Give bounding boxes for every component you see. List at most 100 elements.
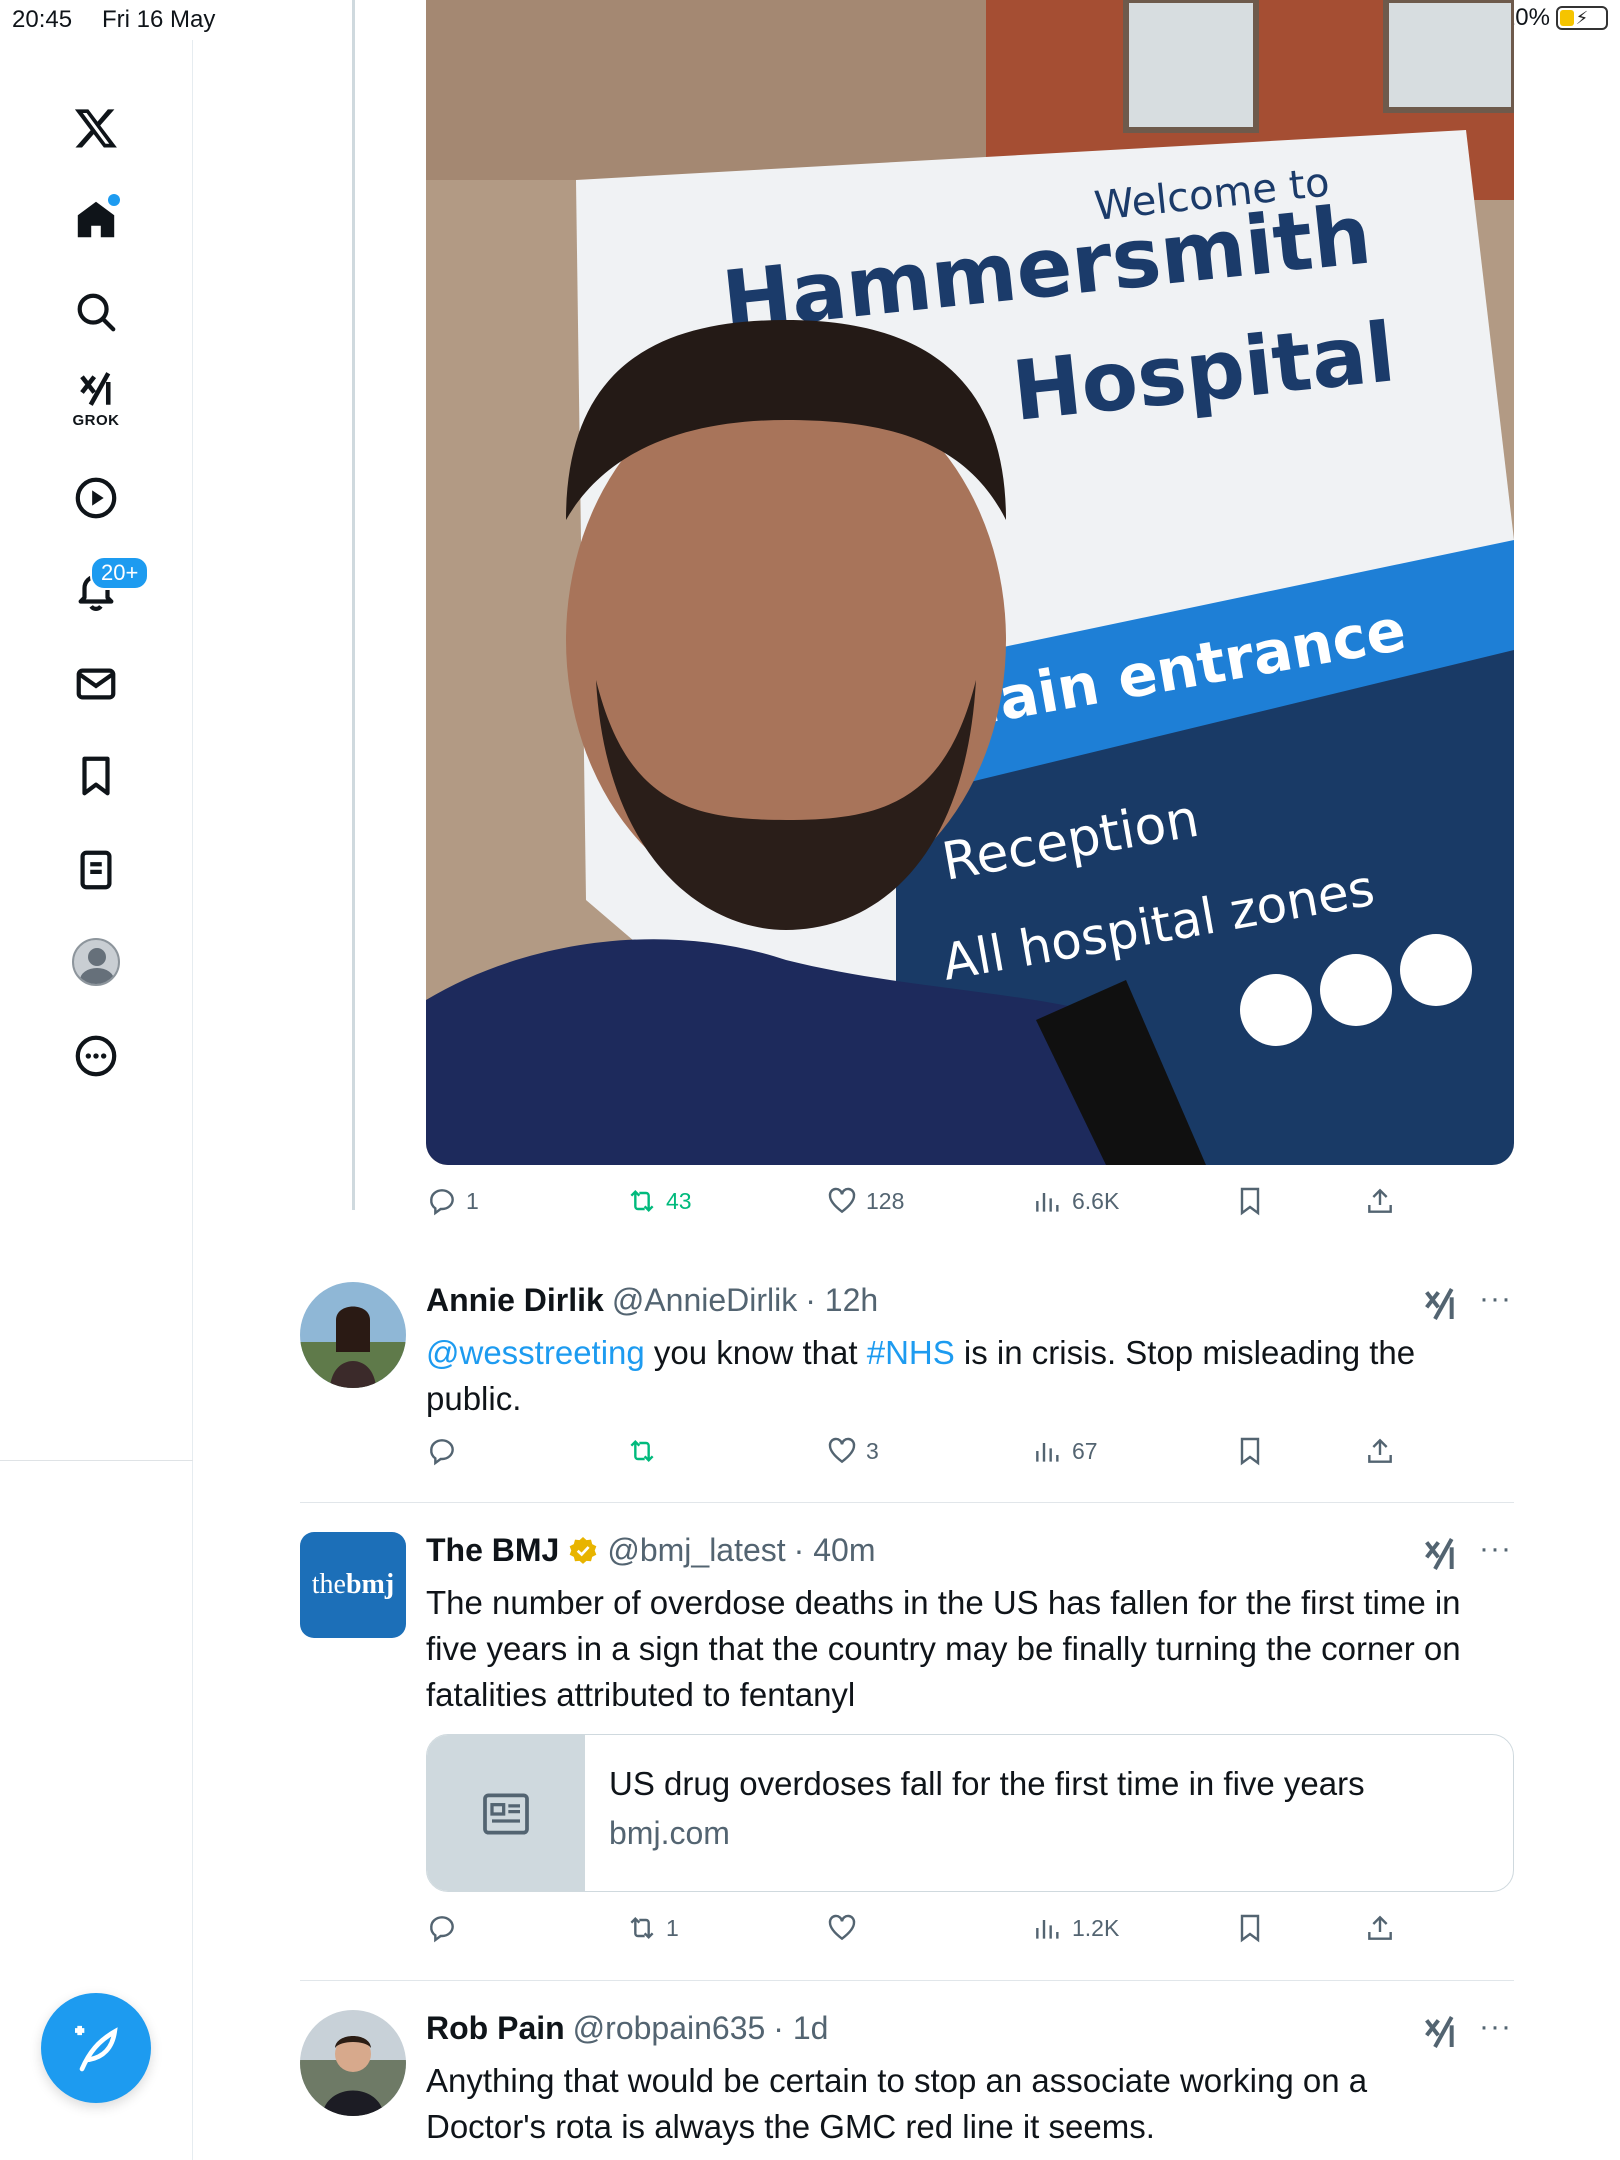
more-options-icon[interactable]: ··· — [1479, 1532, 1512, 1566]
views-count: 6.6K — [1072, 1187, 1120, 1214]
more-nav[interactable] — [56, 1016, 136, 1096]
views-button[interactable]: 67 — [1032, 1435, 1098, 1467]
tweet-header: Annie Dirlik @AnnieDirlik · 12h — [426, 1282, 878, 1319]
like-button[interactable]: 128 — [826, 1185, 904, 1217]
reply-icon — [430, 1189, 454, 1216]
explore-nav[interactable] — [56, 272, 136, 352]
search-icon — [77, 293, 116, 332]
repost-icon — [630, 1439, 654, 1463]
share-button[interactable] — [1364, 1435, 1396, 1467]
tweet-time[interactable]: · 12h — [805, 1282, 878, 1319]
reply-button[interactable] — [426, 1912, 458, 1944]
sidebar-divider — [0, 1460, 193, 1461]
card-domain: bmj.com — [609, 1815, 730, 1851]
compose-feather-icon — [75, 2025, 118, 2072]
tweet-image[interactable]: Welcome to Hammersmith Hospital Main ent… — [426, 0, 1514, 1165]
home-nav[interactable] — [56, 180, 136, 260]
reply-button[interactable] — [426, 1435, 458, 1467]
display-name[interactable]: The BMJ — [426, 1532, 559, 1569]
reply-icon — [430, 1439, 454, 1466]
views-icon — [1036, 1193, 1059, 1212]
status-time: 20:45 — [12, 6, 73, 33]
views-icon — [1036, 1443, 1059, 1462]
tweet-time[interactable]: · 1d — [773, 2010, 828, 2047]
tweet-separator — [300, 1502, 1514, 1503]
reply-button[interactable]: 1 — [426, 1185, 479, 1217]
grok-icon[interactable] — [1420, 2012, 1460, 2052]
reply-count: 1 — [466, 1187, 479, 1214]
heart-icon — [828, 1187, 856, 1214]
share-button[interactable] — [1364, 1185, 1396, 1217]
card-thumbnail — [427, 1735, 585, 1891]
grok-nav[interactable]: GROK — [56, 358, 136, 438]
more-options-icon[interactable]: ··· — [1479, 1282, 1512, 1316]
video-nav[interactable] — [56, 458, 136, 538]
views-icon — [1036, 1920, 1059, 1939]
profile-nav[interactable] — [56, 922, 136, 1002]
user-handle[interactable]: @AnnieDirlik — [612, 1282, 797, 1319]
like-count: 128 — [866, 1187, 905, 1214]
bookmark-icon — [1240, 1437, 1260, 1466]
more-options-icon[interactable]: ··· — [1479, 2010, 1512, 2044]
more-circle-icon — [75, 1035, 117, 1077]
avatar[interactable] — [300, 2010, 406, 2116]
list-icon — [80, 850, 112, 890]
repost-icon — [630, 1916, 654, 1940]
bookmark-button[interactable] — [1234, 1185, 1266, 1217]
avatar[interactable] — [300, 1282, 406, 1388]
tweet-header: Rob Pain @robpain635 · 1d — [426, 2010, 828, 2047]
profile-avatar — [72, 938, 120, 986]
compose-button[interactable] — [41, 1993, 151, 2103]
views-button[interactable]: 1.2K — [1032, 1912, 1119, 1944]
display-name[interactable]: Annie Dirlik — [426, 1282, 604, 1319]
tweet-text: @wesstreeting you know that #NHS is in c… — [426, 1330, 1496, 1422]
repost-button[interactable]: 1 — [626, 1912, 679, 1944]
x-logo-icon[interactable] — [56, 88, 136, 168]
article-icon — [483, 1793, 529, 1835]
grok-icon — [80, 371, 111, 406]
hero-action-bar: 1 43 128 6.6K — [426, 1185, 1426, 1225]
display-name[interactable]: Rob Pain — [426, 2010, 565, 2047]
grok-label: GROK — [72, 411, 120, 429]
heart-icon — [828, 1914, 856, 1941]
repost-button[interactable] — [626, 1435, 658, 1467]
tweet-bmj[interactable]: the bmj The BMJ @bmj_latest · 40m ··· The… — [300, 1532, 1514, 1912]
user-handle[interactable]: @robpain635 — [573, 2010, 766, 2047]
grok-icon[interactable] — [1420, 1284, 1460, 1324]
bookmark-icon — [82, 756, 110, 796]
verified-badge-icon — [570, 1536, 597, 1564]
reply-icon — [430, 1916, 454, 1943]
messages-nav[interactable] — [56, 644, 136, 724]
like-button[interactable]: 3 — [826, 1435, 879, 1467]
bookmark-button[interactable] — [1234, 1435, 1266, 1467]
unread-dot — [108, 194, 120, 206]
mention-link[interactable]: @wesstreeting — [426, 1334, 645, 1371]
bookmark-icon — [1240, 1187, 1260, 1216]
tweet-header: The BMJ @bmj_latest · 40m — [426, 1532, 875, 1569]
avatar[interactable]: the bmj — [300, 1532, 406, 1638]
repost-count: 43 — [666, 1187, 692, 1214]
share-icon — [1368, 1915, 1392, 1940]
heart-icon — [828, 1437, 856, 1464]
battery-icon: ⚡ — [1556, 6, 1608, 30]
repost-button[interactable]: 43 — [626, 1185, 692, 1217]
notification-badge: 20+ — [90, 556, 150, 590]
sidebar: GROK 20+ — [0, 40, 193, 2160]
bookmark-button[interactable] — [1234, 1912, 1266, 1944]
tweet-time[interactable]: · 40m — [794, 1532, 876, 1569]
like-button[interactable] — [826, 1912, 858, 1944]
user-handle[interactable]: @bmj_latest — [607, 1532, 785, 1569]
notifications-nav[interactable]: 20+ — [56, 550, 150, 630]
tweet-text-part: you know that — [644, 1334, 867, 1371]
tweet-rob[interactable]: Rob Pain @robpain635 · 1d ··· Anything t… — [300, 2010, 1514, 2160]
hashtag-link[interactable]: #NHS — [867, 1334, 955, 1371]
grok-icon[interactable] — [1420, 1534, 1460, 1574]
lists-nav[interactable] — [56, 830, 136, 910]
bookmarks-nav[interactable] — [56, 736, 136, 816]
status-date: Fri 16 May — [102, 6, 216, 33]
mail-icon — [76, 668, 116, 700]
link-card[interactable]: US drug overdoses fall for the first tim… — [426, 1734, 1514, 1892]
views-button[interactable]: 6.6K — [1032, 1185, 1119, 1217]
share-button[interactable] — [1364, 1912, 1396, 1944]
annie-action-bar: 3 67 — [426, 1435, 1426, 1475]
